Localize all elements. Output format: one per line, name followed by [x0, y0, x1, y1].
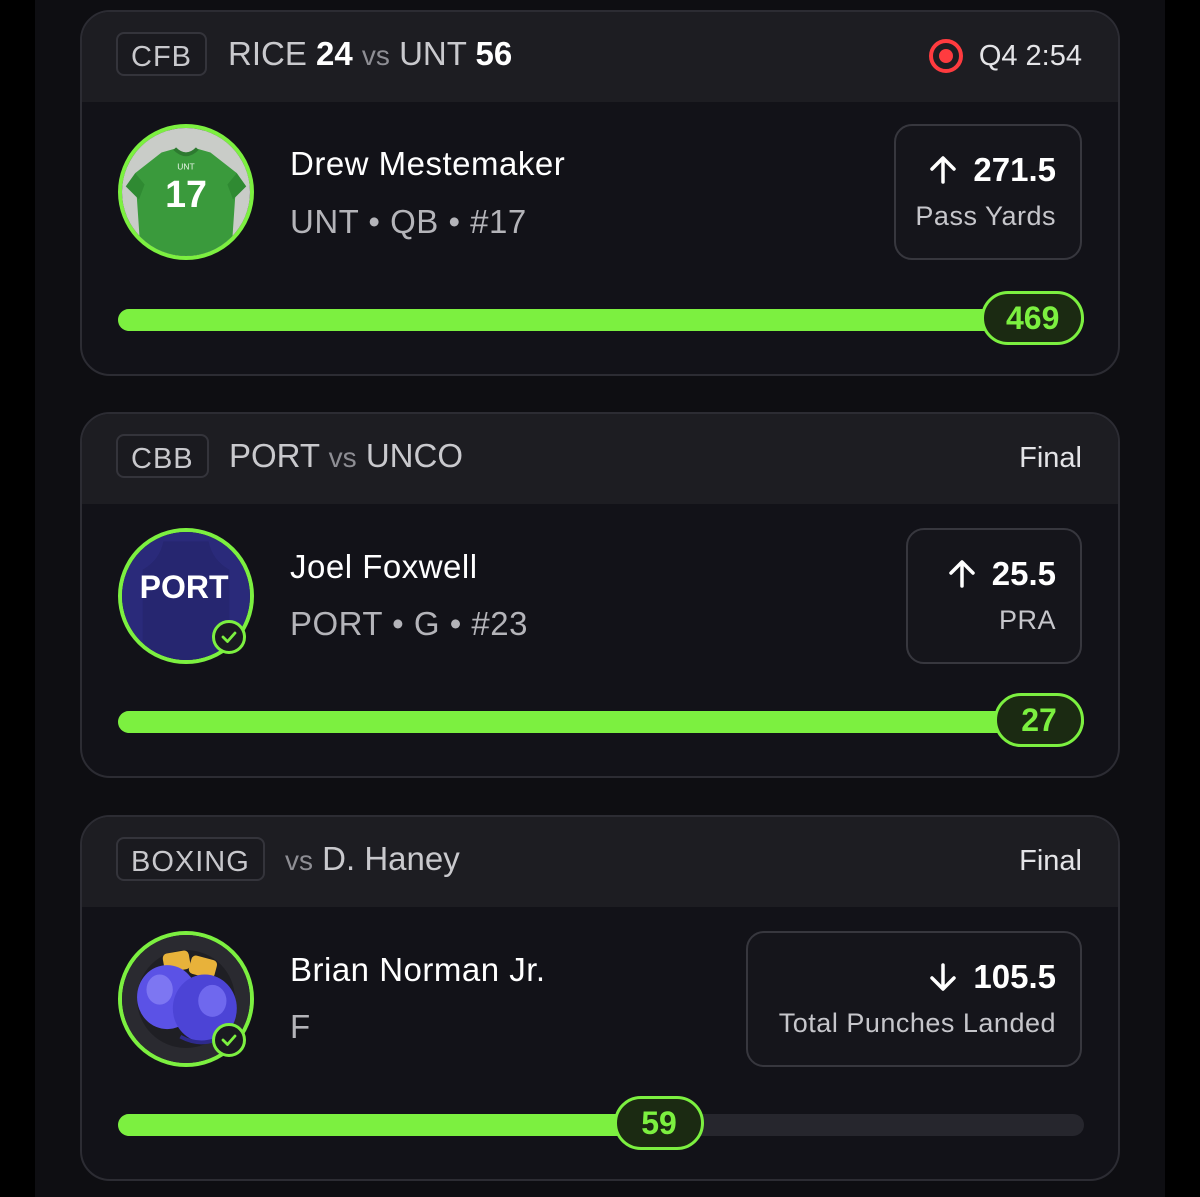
vs-label: vs	[328, 442, 357, 473]
game-status: Final	[1019, 438, 1082, 478]
game-header: BOXING vs D. Haney Final	[82, 817, 1118, 907]
game-status: Final	[1019, 841, 1082, 881]
line-value: 25.5	[991, 555, 1056, 592]
jersey-team-text: UNT	[177, 161, 194, 171]
matchup: PORT vs UNCO	[229, 436, 463, 478]
league-badge: CFB	[116, 32, 207, 76]
player-meta: PORT • G • #23	[290, 605, 528, 642]
arrow-up-icon	[946, 558, 978, 590]
league-badge: BOXING	[116, 837, 265, 881]
game-clock: Q4 2:54	[978, 40, 1082, 72]
player-meta: UNT • QB • #17	[290, 203, 527, 240]
home-team: UNT	[399, 35, 467, 72]
check-circle-icon	[212, 1023, 246, 1057]
game-header: CBB PORT vs UNCO Final	[82, 414, 1118, 504]
live-record-icon	[928, 39, 963, 73]
progress-bar: 59	[118, 1096, 1084, 1150]
prop-line-box[interactable]: 25.5 PRA	[906, 528, 1082, 664]
progress-bar: 27	[118, 693, 1084, 747]
prop-line-box[interactable]: 105.5 Total Punches Landed	[746, 931, 1082, 1067]
pick-card[interactable]: CFB RICE 24 vs UNT 56 Q4 2:54 UNT 17 Dre…	[80, 10, 1120, 376]
result-value: 59	[614, 1096, 704, 1150]
prop-line-box[interactable]: 271.5 Pass Yards	[894, 124, 1082, 260]
away-team: RICE	[228, 35, 307, 72]
matchup: vs D. Haney	[285, 839, 460, 881]
progress-fill	[118, 309, 1084, 331]
away-team: PORT	[229, 437, 320, 474]
player-meta: F	[290, 1008, 311, 1045]
vs-label: vs	[361, 40, 390, 71]
away-score: 24	[316, 35, 353, 72]
opponent-name: D. Haney	[322, 840, 460, 877]
line-value: 105.5	[973, 958, 1056, 995]
game-final: Final	[1019, 845, 1082, 877]
result-value: 469	[981, 291, 1085, 345]
jersey-icon: UNT 17	[122, 128, 250, 256]
player-name[interactable]: Drew Mestemaker	[290, 144, 565, 184]
game-header: CFB RICE 24 vs UNT 56 Q4 2:54	[82, 12, 1118, 102]
game-status: Q4 2:54	[928, 36, 1082, 76]
arrow-down-icon	[927, 961, 959, 993]
line-value: 271.5	[973, 151, 1056, 188]
stat-type: Total Punches Landed	[778, 1008, 1056, 1038]
matchup: RICE 24 vs UNT 56	[228, 34, 512, 76]
line-value-row: 271.5	[927, 148, 1056, 192]
player-avatar: UNT 17	[118, 124, 254, 260]
progress-fill	[118, 1114, 659, 1136]
player-name[interactable]: Brian Norman Jr.	[290, 950, 546, 990]
check-circle-icon	[212, 620, 246, 654]
pick-card[interactable]: CBB PORT vs UNCO Final PORT Joel Foxwell…	[80, 412, 1120, 778]
line-value-row: 105.5	[927, 955, 1056, 999]
result-value: 27	[994, 693, 1084, 747]
league-badge: CBB	[116, 434, 209, 478]
jersey-team-text: PORT	[140, 569, 229, 605]
pick-card[interactable]: BOXING vs D. Haney Final Brian Norman Jr…	[80, 815, 1120, 1181]
player-name[interactable]: Joel Foxwell	[290, 547, 478, 587]
stat-type: PRA	[998, 605, 1056, 635]
line-value-row: 25.5	[946, 552, 1056, 596]
jersey-number-text: 17	[165, 173, 207, 215]
vs-label: vs	[285, 845, 313, 876]
stat-type: Pass Yards	[915, 201, 1056, 231]
progress-fill	[118, 711, 1084, 733]
arrow-up-icon	[927, 154, 959, 186]
game-final: Final	[1019, 442, 1082, 474]
progress-bar: 469	[118, 291, 1085, 345]
home-score: 56	[475, 35, 513, 72]
home-team: UNCO	[365, 437, 463, 474]
